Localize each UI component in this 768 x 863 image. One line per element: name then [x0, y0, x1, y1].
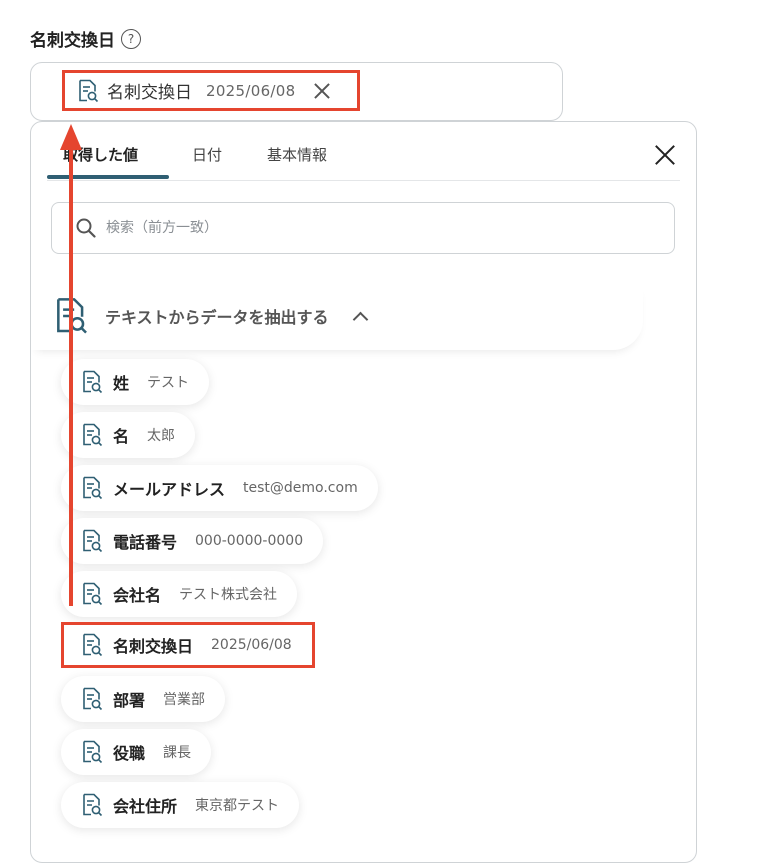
document-search-icon	[81, 793, 103, 817]
item-value: 営業部	[163, 692, 206, 708]
item-name: 姓	[113, 374, 130, 393]
list-item[interactable]: 部署 営業部	[61, 676, 226, 722]
list-item[interactable]: 電話番号 000-0000-0000	[61, 518, 324, 564]
document-search-icon	[81, 476, 103, 500]
document-search-icon	[81, 423, 103, 447]
document-search-icon	[81, 740, 103, 764]
document-search-icon	[53, 297, 89, 335]
group-title: テキストからデータを抽出する	[105, 308, 329, 327]
list-item[interactable]: 名 太郎	[61, 412, 196, 458]
document-search-icon	[81, 582, 103, 606]
document-search-icon	[81, 370, 103, 394]
document-search-icon	[77, 79, 99, 103]
remove-chip-icon[interactable]	[313, 82, 331, 100]
item-value: 課長	[163, 745, 192, 761]
item-name: 名	[113, 427, 130, 446]
item-value: 2025/06/08	[211, 637, 292, 653]
field-label: 名刺交換日 ?	[30, 26, 141, 51]
list-item[interactable]: 会社名 テスト株式会社	[61, 571, 298, 617]
list-item[interactable]: メールアドレス test@demo.com	[61, 465, 378, 511]
field-label-text: 名刺交換日	[30, 31, 115, 51]
question-circle-icon[interactable]: ?	[121, 28, 141, 49]
item-name: 部署	[113, 691, 146, 710]
list-item[interactable]: 会社住所 東京都テスト	[61, 782, 300, 828]
item-value: test@demo.com	[243, 480, 358, 496]
tab-acquired-values[interactable]: 取得した値	[63, 144, 138, 165]
item-value: 000-0000-0000	[195, 533, 304, 549]
selected-value-chip[interactable]: 名刺交換日 2025/06/08	[62, 70, 360, 111]
group-header[interactable]: テキストからデータを抽出する	[31, 282, 643, 350]
document-search-icon	[81, 633, 103, 657]
tab-bar: 取得した値 日付 基本情報	[47, 122, 680, 181]
document-search-icon	[81, 529, 103, 553]
item-value: テスト	[147, 375, 190, 391]
item-value: 太郎	[147, 428, 176, 444]
list-item-highlighted[interactable]: 名刺交換日 2025/06/08	[61, 622, 315, 668]
item-name: 電話番号	[113, 533, 178, 552]
search-icon	[76, 218, 96, 238]
chevron-up-icon[interactable]	[352, 311, 368, 327]
item-name: メールアドレス	[113, 480, 226, 499]
item-value: テスト株式会社	[179, 587, 278, 603]
list-item[interactable]: 役職 課長	[61, 729, 212, 775]
chip-value: 2025/06/08	[206, 81, 296, 100]
close-icon[interactable]	[654, 144, 676, 166]
tab-date[interactable]: 日付	[192, 144, 222, 165]
search-input[interactable]	[104, 219, 648, 237]
tab-basic-info[interactable]: 基本情報	[267, 144, 327, 165]
value-picker-panel: 取得した値 日付 基本情報 テキストからデータを抽出する 姓 テスト名 太郎メールア…	[30, 121, 697, 863]
document-search-icon	[81, 687, 103, 711]
item-name: 会社名	[113, 586, 162, 605]
item-value: 東京都テスト	[195, 798, 280, 814]
chip-name: 名刺交換日	[107, 83, 192, 103]
item-name: 名刺交換日	[113, 637, 194, 656]
search-field[interactable]	[51, 202, 675, 254]
item-name: 役職	[113, 744, 146, 763]
item-name: 会社住所	[113, 797, 178, 816]
active-tab-indicator	[47, 175, 169, 179]
list-item[interactable]: 姓 テスト	[61, 359, 210, 405]
